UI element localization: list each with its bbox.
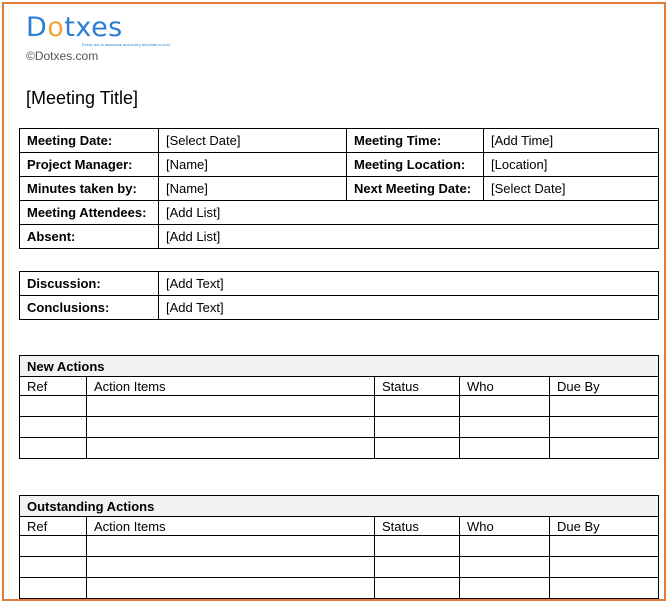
minutes-taken-by-label: Minutes taken by: [19,176,159,201]
column-header-status: Status [374,376,460,396]
copyright-text: ©Dotxes.com [26,49,99,63]
next-meeting-date-label: Next Meeting Date: [346,176,484,201]
table-row [19,416,660,438]
absent-field[interactable]: [Add List] [158,224,659,249]
table-cell[interactable] [86,437,375,459]
table-row: Project Manager: [Name] Meeting Location… [19,152,659,177]
new-actions-table: New Actions Ref Action Items Status Who … [18,355,660,459]
table-cell[interactable] [86,535,375,557]
table-row: Discussion: [Add Text] [19,271,659,296]
conclusions-label: Conclusions: [19,295,159,320]
logo-letter-d: D [26,12,48,43]
discussion-field[interactable]: [Add Text] [158,271,659,296]
table-cell[interactable] [19,535,87,557]
table-cell[interactable] [548,556,660,578]
table-cell[interactable] [459,535,550,557]
column-header-who: Who [459,516,550,536]
column-header-ref: Ref [19,516,87,536]
meeting-info-table: Meeting Date: [Select Date] Meeting Time… [19,128,659,249]
table-cell[interactable] [548,535,660,557]
table-cell[interactable] [374,535,460,557]
table-cell[interactable] [459,437,550,459]
table-cell[interactable] [459,556,550,578]
table-row [19,577,660,599]
meeting-title[interactable]: [Meeting Title] [26,88,138,109]
logo-letter-o: o [47,12,65,43]
new-actions-heading: New Actions [18,355,660,377]
table-cell[interactable] [19,395,87,417]
meeting-date-field[interactable]: [Select Date] [158,128,347,153]
table-cell[interactable] [459,577,550,599]
table-cell[interactable] [19,437,87,459]
table-cell[interactable] [548,395,660,417]
meeting-time-label: Meeting Time: [346,128,484,153]
table-row [19,395,660,417]
table-row: New Actions [18,355,660,377]
column-header-due-by: Due By [548,516,660,536]
table-row [19,437,660,459]
table-row: Absent: [Add List] [19,224,659,249]
table-cell[interactable] [374,416,460,438]
project-manager-label: Project Manager: [19,152,159,177]
column-header-action-items: Action Items [86,516,375,536]
table-cell[interactable] [548,416,660,438]
table-row: Meeting Attendees: [Add List] [19,200,659,225]
table-row [19,556,660,578]
discussion-table: Discussion: [Add Text] Conclusions: [Add… [19,271,659,320]
table-cell[interactable] [374,577,460,599]
document-page: Dotxes Every doc is awesome and every te… [2,2,666,601]
table-cell[interactable] [86,556,375,578]
table-cell[interactable] [459,416,550,438]
table-cell[interactable] [19,577,87,599]
minutes-taken-by-field[interactable]: [Name] [158,176,347,201]
table-cell[interactable] [548,577,660,599]
table-cell[interactable] [374,556,460,578]
meeting-location-field[interactable]: [Location] [483,152,659,177]
table-row: Ref Action Items Status Who Due By [19,516,660,536]
table-cell[interactable] [374,395,460,417]
meeting-attendees-field[interactable]: [Add List] [158,200,659,225]
logo-tagline: Every doc is awesome and every template … [82,42,170,47]
project-manager-field[interactable]: [Name] [158,152,347,177]
table-cell[interactable] [459,395,550,417]
meeting-attendees-label: Meeting Attendees: [19,200,159,225]
logo-letters-rest: txes [64,12,123,43]
table-cell[interactable] [374,437,460,459]
table-cell[interactable] [86,416,375,438]
table-row: Conclusions: [Add Text] [19,295,659,320]
table-cell[interactable] [19,416,87,438]
table-cell[interactable] [86,577,375,599]
column-header-due-by: Due By [548,376,660,396]
conclusions-field[interactable]: [Add Text] [158,295,659,320]
column-header-ref: Ref [19,376,87,396]
meeting-location-label: Meeting Location: [346,152,484,177]
meeting-date-label: Meeting Date: [19,128,159,153]
absent-label: Absent: [19,224,159,249]
column-header-who: Who [459,376,550,396]
column-header-action-items: Action Items [86,376,375,396]
table-cell[interactable] [548,437,660,459]
outstanding-actions-table: Outstanding Actions Ref Action Items Sta… [18,495,660,599]
table-cell[interactable] [86,395,375,417]
table-row: Outstanding Actions [18,495,660,517]
table-row: Ref Action Items Status Who Due By [19,376,660,396]
table-row [19,535,660,557]
outstanding-actions-heading: Outstanding Actions [18,495,660,517]
discussion-label: Discussion: [19,271,159,296]
dotxes-logo: Dotxes [26,14,123,42]
meeting-time-field[interactable]: [Add Time] [483,128,659,153]
table-row: Meeting Date: [Select Date] Meeting Time… [19,128,659,153]
table-row: Minutes taken by: [Name] Next Meeting Da… [19,176,659,201]
table-cell[interactable] [19,556,87,578]
next-meeting-date-field[interactable]: [Select Date] [483,176,659,201]
column-header-status: Status [374,516,460,536]
